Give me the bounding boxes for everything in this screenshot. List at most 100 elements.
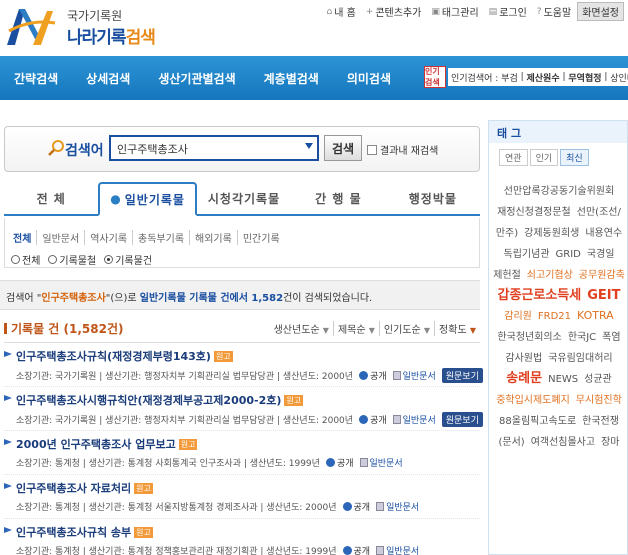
tag-word[interactable]: 내용연수: [585, 224, 622, 244]
site-logo[interactable]: 국가기록원 나라기록검색: [5, 3, 156, 49]
radio-item[interactable]: 기록물건: [104, 252, 152, 267]
item-title-link[interactable]: 인구주택총조사시행규칙안(재정경제부공고제2000-2호): [16, 392, 281, 408]
tag-word[interactable]: 국경일: [587, 245, 615, 265]
re-search-option[interactable]: 결과내 재검색: [367, 142, 438, 157]
search-button[interactable]: 검색: [324, 135, 362, 161]
utility-links: ⌂ 내 홈 + 콘텐츠추가 ▣ 태그관리 ▤ 로그인 ? 도움말 화면설정: [322, 2, 624, 21]
screen-setting-button[interactable]: 화면설정: [577, 2, 624, 21]
tag-word[interactable]: 강제동원희생: [524, 224, 579, 244]
subtab-overseas[interactable]: 해외기록: [189, 230, 237, 245]
tag-word[interactable]: 폭염: [602, 328, 620, 348]
document-icon: [376, 502, 385, 511]
radio-all-label: 전체: [22, 256, 41, 267]
view-original-button[interactable]: 원문보기: [441, 412, 483, 427]
doc-type-link[interactable]: 일반문서: [392, 369, 436, 382]
login-label: 로그인: [499, 8, 527, 19]
tab-general-label: 일반기록물: [124, 192, 185, 207]
nav-detail-search[interactable]: 상세검색: [72, 70, 144, 87]
add-content-link[interactable]: + 콘텐츠추가: [362, 4, 426, 20]
tag-word[interactable]: 선만압록강공동기술위원회: [504, 182, 614, 202]
search-input[interactable]: 인구주택총조사: [109, 135, 319, 161]
nav-brief-search[interactable]: 간략검색: [0, 70, 72, 87]
sort-by-popularity[interactable]: 인기도순 ▼: [378, 321, 434, 336]
sort-by-year[interactable]: 생산년도순 ▼: [270, 321, 333, 336]
tag-tab-latest[interactable]: 최신: [560, 149, 589, 166]
tag-word[interactable]: 선만(조선/: [577, 203, 621, 223]
tag-word[interactable]: 성균관: [584, 370, 612, 390]
tag-word[interactable]: NEWS: [548, 370, 578, 390]
tab-general-records[interactable]: ● 일반기록물: [98, 182, 197, 216]
popular-word[interactable]: 상인대: [610, 71, 628, 84]
login-link[interactable]: ▤ 로그인: [485, 4, 531, 20]
tag-tab-related[interactable]: 연관: [499, 149, 528, 166]
re-search-checkbox[interactable]: [367, 144, 377, 155]
doc-type-link[interactable]: 일반문서: [376, 544, 419, 555]
tag-word[interactable]: 한국JC: [568, 328, 596, 348]
radio-file-dot[interactable]: [48, 255, 58, 264]
tag-word[interactable]: GEIT: [587, 286, 620, 306]
public-status: 공개: [342, 544, 370, 555]
tag-word[interactable]: KOTRA: [577, 306, 614, 326]
tag-word[interactable]: 송례문: [506, 369, 542, 389]
nav-agency-search[interactable]: 생산기관별검색: [144, 70, 249, 87]
list-item: 인구주택총조사시행규칙안(재정경제부공고제2000-2호) 원고 소장기관: 국가…: [4, 387, 483, 431]
tag-word[interactable]: (문서): [498, 433, 524, 453]
nav-semantic-search[interactable]: 의미검색: [333, 70, 405, 87]
popular-word[interactable]: 부검: [501, 71, 518, 84]
view-original-button[interactable]: 원문보기: [441, 368, 483, 383]
doc-type-link[interactable]: 일반문서: [359, 456, 403, 469]
sort-by-accuracy[interactable]: 정확도 ▼: [434, 321, 480, 336]
doc-type-link[interactable]: 일반문서: [392, 413, 436, 426]
tag-word[interactable]: 재정신청결정문철: [497, 203, 571, 223]
popular-word[interactable]: 무역협정: [568, 71, 601, 84]
item-title-link[interactable]: 인구주택총조사규칙 송부: [16, 524, 131, 540]
tag-word[interactable]: 무시험진학: [576, 391, 622, 411]
item-title-link[interactable]: 인구주택총조사규칙(재정경제부령143호): [16, 348, 211, 364]
item-title-link[interactable]: 2000년 인구주택총조사 업무보고: [16, 436, 176, 452]
tag-word[interactable]: 공무원감축: [579, 266, 625, 286]
radio-file[interactable]: 기록물철: [48, 252, 96, 267]
subtab-governor[interactable]: 총독부기록: [132, 230, 189, 245]
public-label: 공개: [370, 372, 387, 382]
dropdown-arrow-icon[interactable]: [305, 143, 313, 149]
doc-type-link[interactable]: 일반문서: [376, 500, 419, 513]
radio-item-dot[interactable]: [104, 255, 114, 264]
tab-publications[interactable]: 간 행 물: [291, 182, 385, 214]
item-title-link[interactable]: 인구주택총조사 자료처리: [16, 480, 131, 496]
tag-tab-popular[interactable]: 인기: [529, 149, 559, 166]
radio-all[interactable]: 전체: [11, 252, 40, 267]
tag-word[interactable]: 장마: [601, 433, 619, 453]
tag-word[interactable]: 제헌절: [493, 266, 521, 286]
popular-word[interactable]: 제산원수: [527, 71, 560, 84]
tag-word[interactable]: 국유림임대허리: [548, 349, 612, 369]
my-home-link[interactable]: ⌂ 내 홈: [322, 4, 359, 20]
tag-word[interactable]: 88올림픽고속도로: [499, 412, 576, 432]
tab-artifacts[interactable]: 행정박물: [386, 182, 480, 214]
sort-by-title[interactable]: 제목순 ▼: [332, 321, 379, 336]
tag-word[interactable]: GRID: [556, 245, 581, 265]
help-link[interactable]: ? 도움말: [533, 4, 575, 20]
tag-word[interactable]: 만주): [496, 224, 518, 244]
tag-manage-link[interactable]: ▣ 태그관리: [427, 4, 482, 20]
home-icon: ⌂: [326, 6, 333, 17]
subtab-general-docs[interactable]: 일반문서: [36, 230, 84, 245]
public-icon: [342, 546, 352, 555]
subtab-history[interactable]: 역사기록: [84, 230, 132, 245]
tag-word[interactable]: 중학입시제도폐지: [496, 391, 570, 411]
tag-word[interactable]: 한국전쟁: [582, 412, 619, 432]
tag-word[interactable]: 쇠고기협상: [527, 266, 573, 286]
subtab-private[interactable]: 민간기록: [236, 230, 285, 245]
tag-manage-label: 태그관리: [441, 8, 479, 19]
tab-audiovisual[interactable]: 시청각기록물: [197, 182, 291, 214]
tab-all[interactable]: 전 체: [4, 182, 98, 214]
tag-word[interactable]: 감사원법: [505, 349, 542, 369]
tag-word[interactable]: 여객선침몰사고: [531, 433, 595, 453]
tag-word[interactable]: FRD21: [538, 307, 571, 327]
tag-word[interactable]: 갑종근로소득세: [498, 286, 582, 306]
radio-all-dot[interactable]: [11, 255, 20, 264]
tag-word[interactable]: 감리원: [504, 307, 532, 327]
subtab-all[interactable]: 전체: [13, 230, 36, 245]
nav-hierarchy-search[interactable]: 계층별검색: [250, 70, 333, 87]
tag-word[interactable]: 독립기념관: [504, 245, 550, 265]
tag-word[interactable]: 한국청년회의소: [497, 328, 561, 348]
